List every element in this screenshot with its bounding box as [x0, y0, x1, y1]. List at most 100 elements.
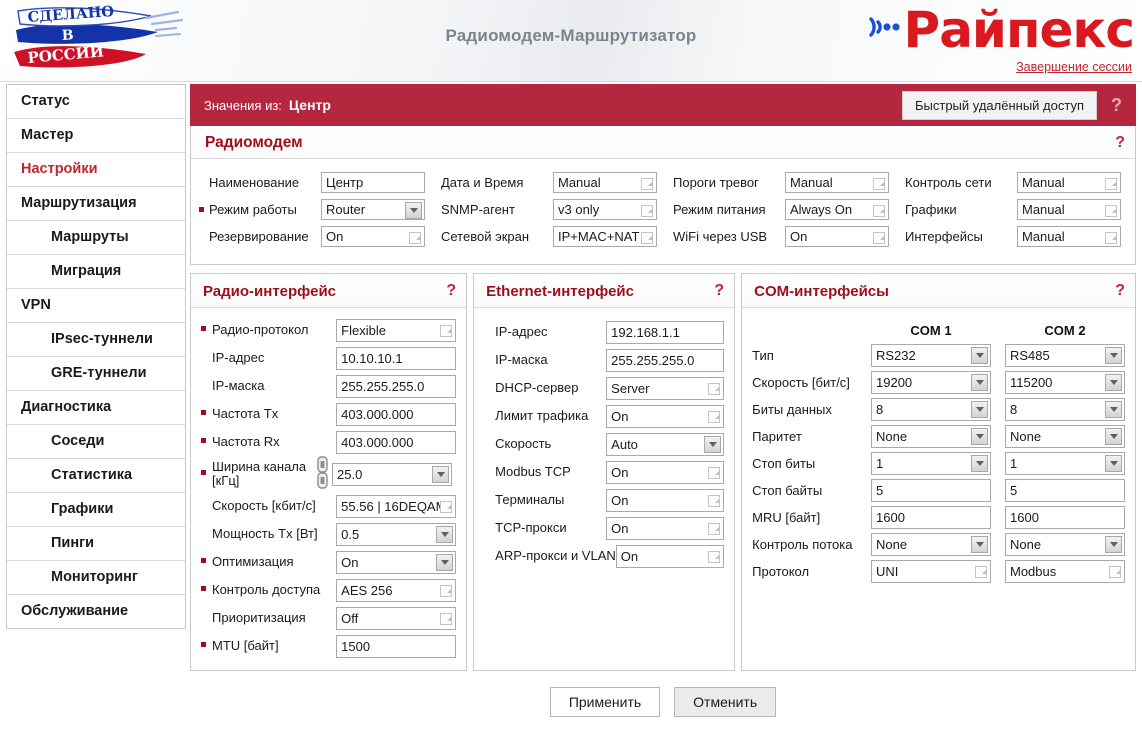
sidebar-item-мониторинг[interactable]: Мониторинг	[7, 561, 185, 595]
input-radio-частота-rx[interactable]: 403.000.000	[336, 430, 457, 454]
required-marker	[199, 205, 209, 215]
input-интерфейсы[interactable]: Manual	[1017, 226, 1121, 247]
input-radio-оптимизация[interactable]: On	[336, 550, 457, 574]
input-eth-ip-адрес[interactable]: 192.168.1.1	[606, 320, 725, 344]
input-eth-лимит-трафика[interactable]: On	[606, 404, 725, 428]
sidebar-item-статус[interactable]: Статус	[7, 85, 185, 119]
sidebar-item-маршруты[interactable]: Маршруты	[7, 221, 185, 255]
field-control-wrap: On	[321, 226, 425, 247]
input-radio-приоритизация[interactable]: Off	[336, 606, 457, 630]
quick-remote-access-button[interactable]: Быстрый удалённый доступ	[901, 90, 1097, 120]
input-дата-и-время[interactable]: Manual	[553, 172, 657, 193]
cancel-button[interactable]: Отменить	[674, 687, 777, 717]
input-com1-стоп-биты[interactable]: 1	[871, 452, 991, 475]
sidebar-item-пинги[interactable]: Пинги	[7, 527, 185, 561]
input-резервирование[interactable]: On	[321, 226, 425, 247]
input-пороги-тревог[interactable]: Manual	[785, 172, 889, 193]
input-com1-mru-байт[interactable]: 1600	[871, 506, 991, 529]
logout-link[interactable]: Завершение сессии	[1016, 60, 1132, 74]
input-com1-протокол[interactable]: UNI	[871, 560, 991, 583]
input-com1-скорость-бит-с[interactable]: 19200	[871, 371, 991, 394]
input-com1-тип[interactable]: RS232	[871, 344, 991, 367]
sidebar-navigation: Статус Мастер Настройки Маршрутизация Маршру…	[6, 84, 186, 629]
brand-name: Райпекс	[903, 1, 1135, 59]
apply-button[interactable]: Применить	[549, 687, 661, 717]
sidebar-item-обслуживание[interactable]: Обслуживание	[7, 595, 185, 628]
input-eth-терминалы[interactable]: On	[606, 488, 725, 512]
ethernet-panel-body: IP-адрес 192.168.1.1 IP-маска 255.255.255.0…	[474, 308, 734, 580]
com-row-label: Протокол	[752, 564, 810, 579]
input-com2-контроль-потока[interactable]: None	[1005, 533, 1125, 556]
input-com2-скорость-бит-с[interactable]: 115200	[1005, 371, 1125, 394]
field-графики: Графики Manual	[895, 196, 1127, 223]
help-icon-radiomodem[interactable]: ?	[1115, 134, 1125, 152]
sidebar-item-ipsec-туннели[interactable]: IPsec-туннели	[7, 323, 185, 357]
input-radio-mtu-байт[interactable]: 1500	[336, 634, 457, 658]
input-наименование[interactable]: Центр	[321, 172, 425, 193]
sidebar-item-gre-туннели[interactable]: GRE-туннели	[7, 357, 185, 391]
input-режим-работы[interactable]: Router	[321, 199, 425, 220]
radio-row-скорость-кбит-с: Скорость [кбит/с] 55.56 | 16DEQAM	[201, 492, 457, 520]
eth-row-label: ARP-прокси и VLAN	[495, 548, 616, 563]
input-com2-биты-данных[interactable]: 8	[1005, 398, 1125, 421]
input-eth-ip-маска[interactable]: 255.255.255.0	[606, 348, 725, 372]
required-marker	[201, 581, 212, 599]
input-com2-паритет[interactable]: None	[1005, 425, 1125, 448]
com-column-header-com-2: COM 2	[1044, 322, 1086, 338]
input-radio-мощность-tx-вт[interactable]: 0.5	[336, 522, 457, 546]
input-com2-mru-байт[interactable]: 1600	[1005, 506, 1125, 529]
input-wifi-через-usb[interactable]: On	[785, 226, 889, 247]
input-radio-ip-адрес[interactable]: 10.10.10.1	[336, 346, 457, 370]
input-com1-стоп-байты[interactable]: 5	[871, 479, 991, 502]
help-icon-context[interactable]: ?	[1111, 95, 1122, 116]
input-radio-скорость-кбит-с[interactable]: 55.56 | 16DEQAM	[336, 494, 457, 518]
input-режим-питания[interactable]: Always On	[785, 199, 889, 220]
sidebar-item-графики[interactable]: Графики	[7, 493, 185, 527]
input-сетевой-экран[interactable]: IP+MAC+NAT	[553, 226, 657, 247]
input-radio-ip-маска[interactable]: 255.255.255.0	[336, 374, 457, 398]
input-eth-dhcp-сервер[interactable]: Server	[606, 376, 725, 400]
sidebar-item-статистика[interactable]: Статистика	[7, 459, 185, 493]
interface-panels: Радио-интерфейс ? Радио-протокол Flexible…	[190, 269, 1136, 671]
help-icon-radio-panel[interactable]: ?	[446, 282, 456, 300]
input-radio-частота-tx[interactable]: 403.000.000	[336, 402, 457, 426]
field-control-wrap: Manual	[785, 172, 889, 193]
input-com1-паритет[interactable]: None	[871, 425, 991, 448]
sidebar-item-vpn[interactable]: VPN	[7, 289, 185, 323]
input-eth-arp-прокси-и-vlan[interactable]: On	[615, 544, 725, 568]
input-com2-стоп-биты[interactable]: 1	[1005, 452, 1125, 475]
sidebar-item-маршрутизация[interactable]: Маршрутизация	[7, 187, 185, 221]
sidebar-item-миграция[interactable]: Миграция	[7, 255, 185, 289]
help-icon-ethernet-panel[interactable]: ?	[714, 282, 724, 300]
input-com1-биты-данных[interactable]: 8	[871, 398, 991, 421]
input-com1-контроль-потока[interactable]: None	[871, 533, 991, 556]
input-com2-тип[interactable]: RS485	[1005, 344, 1125, 367]
radio-row-label: Скорость [кбит/с]	[212, 498, 316, 513]
input-radio-контроль-доступа[interactable]: AES 256	[336, 578, 457, 602]
input-eth-tcp-прокси[interactable]: On	[606, 516, 725, 540]
radio-row-label: Ширина канала [кГц]	[212, 459, 307, 488]
sidebar-item-настройки[interactable]: Настройки	[7, 153, 185, 187]
sidebar-item-соседи[interactable]: Соседи	[7, 425, 185, 459]
chain-link-icon[interactable]	[317, 456, 328, 490]
com-cell: RS485	[1005, 344, 1125, 367]
page-header: СДЕЛАНО В РОССИИ Радиомодем-Маршрутизато…	[0, 0, 1142, 82]
input-графики[interactable]: Manual	[1017, 199, 1121, 220]
input-snmp-агент[interactable]: v3 only	[553, 199, 657, 220]
com-panel-header: COM-интерфейсы ?	[742, 274, 1135, 308]
input-eth-modbus-tcp[interactable]: On	[606, 460, 725, 484]
input-com2-стоп-байты[interactable]: 5	[1005, 479, 1125, 502]
sidebar-item-мастер[interactable]: Мастер	[7, 119, 185, 153]
input-com2-протокол[interactable]: Modbus	[1005, 560, 1125, 583]
sidebar-item-диагностика[interactable]: Диагностика	[7, 391, 185, 425]
com-row-протокол: Протокол UNI Modbus	[752, 558, 1125, 585]
input-radio-ширина-канала-кгц[interactable]: 25.0	[332, 462, 452, 486]
ethernet-panel-title: Ethernet-интерфейс	[486, 282, 634, 300]
help-icon-com-panel[interactable]: ?	[1115, 282, 1125, 300]
signal-icon	[868, 17, 900, 37]
input-eth-скорость[interactable]: Auto	[606, 432, 725, 456]
input-radio-радио-протокол[interactable]: Flexible	[336, 318, 457, 342]
field-label: Режим питания	[673, 202, 766, 217]
input-контроль-сети[interactable]: Manual	[1017, 172, 1121, 193]
sidebar-item-label: Мониторинг	[51, 569, 138, 585]
